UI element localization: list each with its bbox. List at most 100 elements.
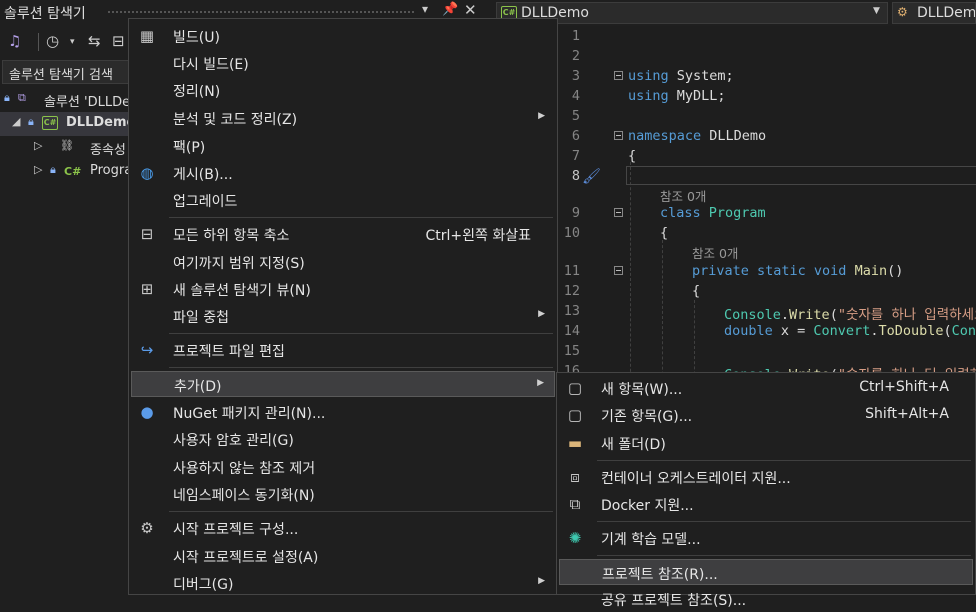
line-number: 8 [571,168,580,184]
gear-icon: ⚙ [140,519,154,537]
menu-item-build[interactable]: ▦ 빌드(U) [131,23,555,49]
globe-icon: ◍ [140,164,154,182]
tree-item-program[interactable]: ▷ 🔒︎ C# Program.cs [0,160,130,184]
menu-item-sync-namespaces[interactable]: 네임스페이스 동기화(N) [131,481,555,507]
line-number: 15 [563,343,580,359]
menu-item-upgrade[interactable]: 업그레이드 [131,187,555,213]
new-view-icon: ⊞ [140,280,154,298]
fold-toggle[interactable] [614,208,623,217]
class-combobox[interactable]: ⚙ DLLDemo.Program [892,2,976,24]
chevron-down-icon: ▼ [873,6,880,16]
menu-item-new-folder[interactable]: ▬ 새 폴더(D) [559,430,973,456]
code-line-7: { [628,148,637,164]
menu-item-ml-model[interactable]: ✺ 기계 학습 모델... [559,525,973,551]
codelens-references[interactable]: 참조 0개 [660,186,706,205]
menu-item-debug[interactable]: 디버그(G) ▶ [131,570,555,596]
dropdown-icon[interactable]: ▾ [422,2,428,16]
tree-item-solution[interactable]: 🔒︎ ⧉ 솔루션 'DLLDemo' [0,88,154,112]
nuget-icon: ● [140,403,154,421]
fold-toggle[interactable] [614,71,623,80]
code-line-11: private static void Main() [692,263,904,279]
search-placeholder: 솔루션 탐색기 검색 [9,68,113,83]
pin-icon[interactable]: 📌 [442,2,458,17]
menu-item-edit-project-file[interactable]: ↪ 프로젝트 파일 편집 [131,337,555,363]
shortcut-text: Shift+Alt+A [865,406,949,422]
menu-separator [597,460,971,461]
expand-arrow-icon[interactable]: ▷ [34,163,42,176]
menu-item-collapse-all[interactable]: ⊟ 모든 하위 항목 축소 Ctrl+왼쪽 화살표 [131,221,555,247]
toolbar-separator [38,33,39,51]
ml-icon: ✺ [568,529,582,547]
menu-item-shared-project-reference[interactable]: 공유 프로젝트 참조(S)... [559,586,973,612]
codelens-references[interactable]: 참조 0개 [692,243,738,262]
new-folder-icon: ▬ [567,434,583,452]
existing-item-icon: ▢ [567,406,583,424]
menu-item-new-item[interactable]: ▢ 새 항목(W)... Ctrl+Shift+A [559,375,973,401]
submenu-arrow-icon: ▶ [538,576,545,586]
code-line-13: Console.Write("숫자를 하나 입력하세요" [724,307,976,323]
line-number: 9 [571,205,580,221]
dependencies-label: 종속성 [90,143,126,158]
menu-item-add[interactable]: 추가(D) ▶ [131,371,555,397]
tree-item-project[interactable]: ◢ 🔒︎ C# DLLDemo [0,112,135,136]
collapse-icon: ⊟ [140,225,154,243]
menu-item-container-orchestrator[interactable]: ⧈ 컨테이너 오케스트레이터 지원... [559,464,973,490]
menu-item-remove-unused-refs[interactable]: 사용하지 않는 참조 제거 [131,454,555,480]
collapse-all-icon[interactable]: ⊟ [112,32,125,50]
line-number: 3 [571,68,580,84]
fold-toggle[interactable] [614,131,623,140]
menu-item-docker-support[interactable]: ⧉ Docker 지원... [559,491,973,517]
title-grip [108,11,414,13]
fold-toggle[interactable] [614,266,623,275]
sync-icon[interactable]: ♫ [8,32,21,50]
switch-views-icon[interactable]: ⇆ [88,32,101,50]
menu-item-configure-startup[interactable]: ⚙ 시작 프로젝트 구성... [131,515,555,541]
menu-separator [597,555,971,556]
code-line-4: using MyDLL; [628,88,726,104]
menu-item-scope-to-this[interactable]: 여기까지 범위 지정(S) [131,249,555,275]
menu-item-set-startup[interactable]: 시작 프로젝트로 설정(A) [131,543,555,569]
csharp-project-icon: C# [42,116,58,130]
solution-icon: ⧉ [18,91,26,104]
lock-icon: 🔒︎ [4,91,10,104]
line-number: 14 [563,323,580,339]
solution-search-input[interactable]: 솔루션 탐색기 검색 [2,60,132,84]
history-icon[interactable]: ◷ [46,32,59,50]
menu-item-project-reference[interactable]: 프로젝트 참조(R)... [559,559,973,585]
docker-icon: ⧉ [569,495,581,513]
indent-guide [630,162,631,402]
line-number: 1 [571,28,580,44]
menu-item-nuget[interactable]: ● NuGet 패키지 관리(N)... [131,399,555,425]
menu-item-publish[interactable]: ◍ 게시(B)... [131,160,555,186]
menu-item-clean[interactable]: 정리(N) [131,77,555,103]
line-number: 11 [563,263,580,279]
dependencies-icon: ⛓ [60,139,74,152]
expand-arrow-icon[interactable]: ▷ [34,139,42,152]
chevron-down-icon[interactable]: ▾ [70,37,75,47]
menu-item-pack[interactable]: 팩(P) [131,133,555,159]
close-icon[interactable]: ✕ [464,1,477,19]
menu-item-existing-item[interactable]: ▢ 기존 항목(G)... Shift+Alt+A [559,402,973,428]
code-line-3: using System; [628,68,734,84]
csharp-file-icon: C# [64,165,82,178]
tree-item-dependencies[interactable]: ▷ ⛓ 종속성 [0,136,130,160]
current-line-highlight [626,166,976,185]
menu-item-rebuild[interactable]: 다시 빌드(E) [131,50,555,76]
menu-item-analyze[interactable]: 분석 및 코드 정리(Z) ▶ [131,105,555,131]
quick-actions-icon[interactable]: 🖌︎ [582,167,601,185]
add-submenu: ▢ 새 항목(W)... Ctrl+Shift+A ▢ 기존 항목(G)... … [556,372,976,609]
line-number: 2 [571,48,580,64]
menu-item-file-nesting[interactable]: 파일 중첩 ▶ [131,303,555,329]
shortcut-text: Ctrl+Shift+A [859,379,949,395]
line-number: 7 [571,148,580,164]
menu-item-new-explorer-view[interactable]: ⊞ 새 솔루션 탐색기 뷰(N) [131,276,555,302]
menu-separator [169,333,553,334]
expand-arrow-icon[interactable]: ◢ [12,115,20,128]
build-icon: ▦ [139,27,155,45]
code-line-10: { [660,225,669,241]
menu-item-user-secrets[interactable]: 사용자 암호 관리(G) [131,426,555,452]
submenu-arrow-icon: ▶ [538,111,545,121]
solution-explorer-toolbar: ♫ ◷ ▾ ⇆ ⊟ [0,28,130,56]
project-context-menu: ▦ 빌드(U) 다시 빌드(E) 정리(N) 분석 및 코드 정리(Z) ▶ 팩… [128,18,558,595]
lock-icon: 🔒︎ [28,115,34,128]
